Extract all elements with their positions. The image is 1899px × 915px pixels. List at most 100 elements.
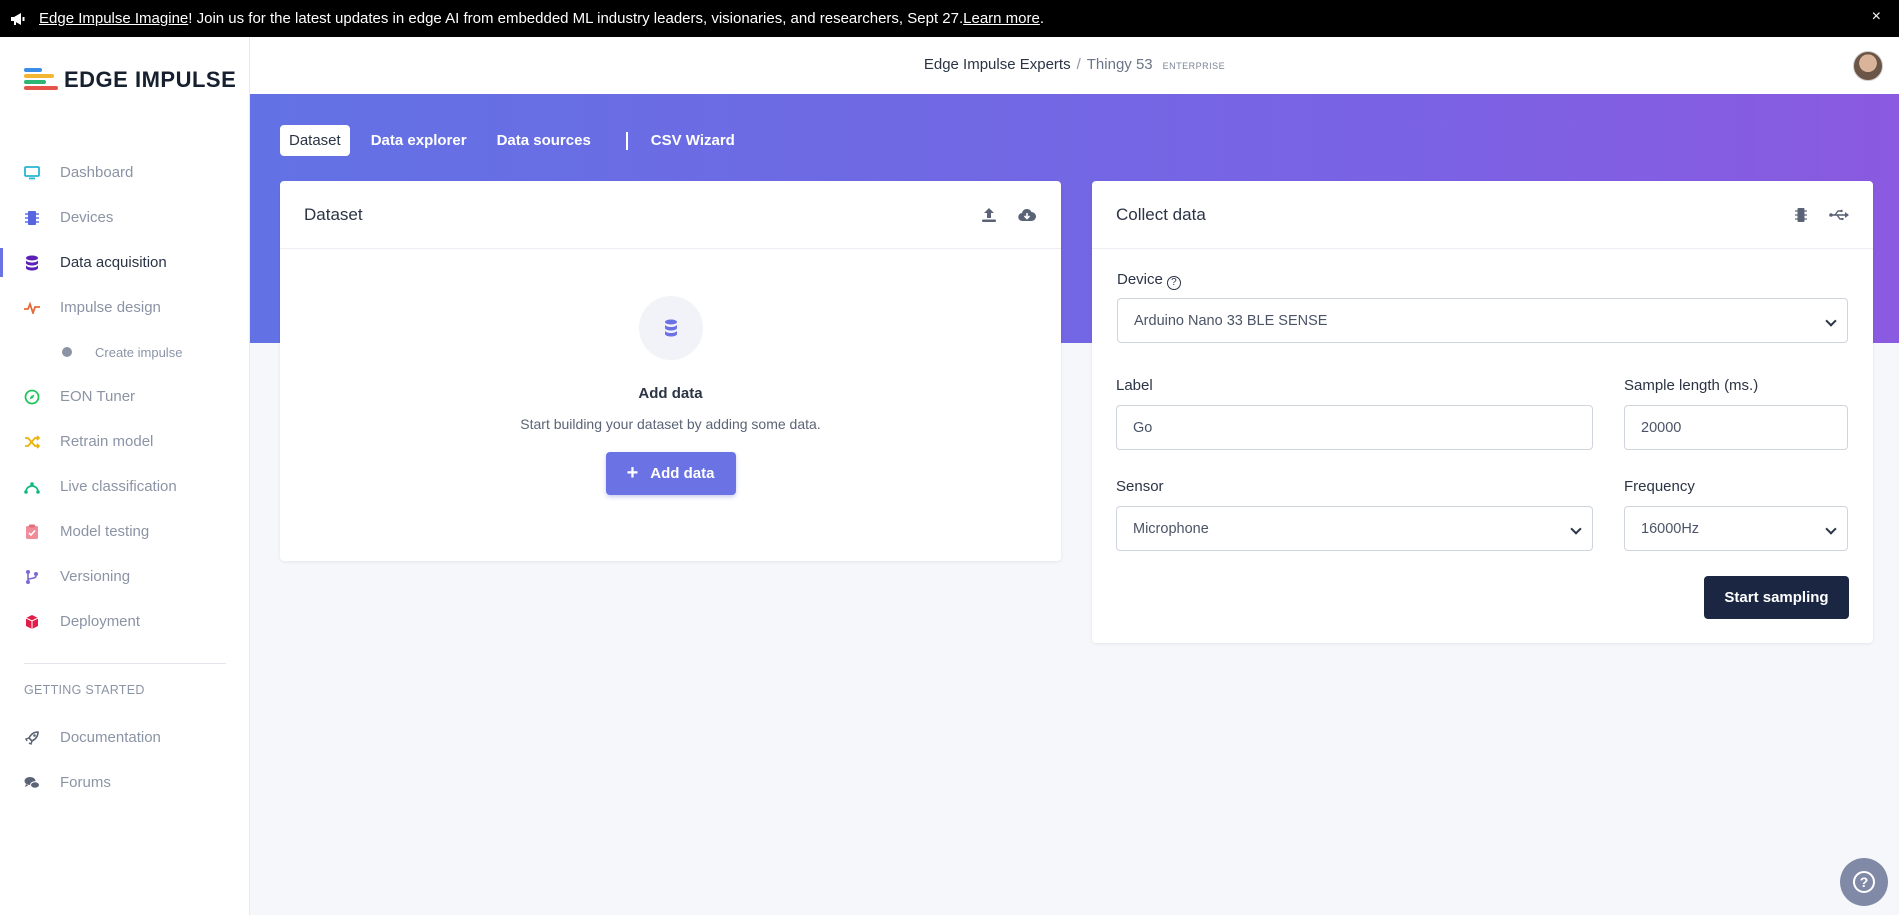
collect-card-title: Collect data [1116,204,1206,224]
collect-data-card: Collect data Device? Arduino Nano 33 BLE… [1092,181,1873,643]
breadcrumb-org[interactable]: Edge Impulse Experts [924,56,1071,73]
collect-card-header: Collect data [1092,181,1873,249]
frequency-label: Frequency [1624,478,1695,495]
device-label: Device? [1117,271,1181,290]
label-input[interactable]: Go [1116,405,1593,450]
sidebar-item-label: Deployment [60,613,141,630]
announcement-link[interactable]: Edge Impulse Imagine [39,10,188,27]
sidebar-item-versioning[interactable]: Versioning [0,554,250,599]
sidebar-item-label: Versioning [60,568,131,585]
sidebar-item-impulse-design[interactable]: Impulse design [0,285,250,330]
database-icon [24,255,40,271]
empty-state-title: Add data [638,385,703,402]
breadcrumb-separator: / [1076,56,1081,73]
frequency-select[interactable]: 16000Hz [1624,506,1848,551]
learn-more-link[interactable]: Learn more [963,10,1040,27]
shuffle-icon [24,434,40,450]
sidebar-item-label: Impulse design [60,299,161,316]
plus-icon: + [626,462,639,484]
announcement-bar: Edge Impulse Imagine ! Join us for the l… [0,0,1899,37]
tab-bar: Dataset Data explorer Data sources CSV W… [280,125,756,156]
sidebar-divider [24,663,226,664]
sidebar-item-label: Data acquisition [60,254,167,271]
tab-dataset[interactable]: Dataset [280,125,350,156]
sensor-select[interactable]: Microphone [1116,506,1593,551]
device-select[interactable]: Arduino Nano 33 BLE SENSE [1117,298,1848,343]
logo-mark-icon [24,68,58,92]
sidebar-item-devices[interactable]: Devices [0,195,250,240]
collect-actions [1773,205,1849,225]
dataset-actions [961,205,1037,225]
sidebar-item-dashboard[interactable]: Dashboard [0,150,250,195]
sidebar-item-retrain-model[interactable]: Retrain model [0,419,250,464]
empty-state-subtitle: Start building your dataset by adding so… [520,416,821,432]
question-icon: ? [1853,871,1875,893]
sidebar-item-label: Model testing [60,523,150,540]
logo[interactable]: EDGE IMPULSE [24,67,236,93]
sample-length-input[interactable]: 20000 [1624,405,1848,450]
add-data-button-label: Add data [650,465,715,482]
tab-data-sources[interactable]: Data sources [488,125,600,156]
breadcrumb: Edge Impulse Experts / Thingy 53 ENTERPRISE [250,56,1899,73]
clipboard-check-icon [24,524,40,540]
announcement-text: ! Join us for the latest updates in edge… [188,10,964,27]
sidebar-item-data-acquisition[interactable]: Data acquisition [0,240,250,285]
compass-icon [24,389,40,405]
sidebar-item-forums[interactable]: Forums [0,760,250,805]
comments-icon [24,775,40,791]
dot-icon [62,347,72,357]
dataset-card-title: Dataset [304,204,363,224]
sidebar-item-label: Forums [60,774,111,791]
close-icon[interactable]: × [1872,8,1881,26]
sample-length-label: Sample length (ms.) [1624,377,1759,394]
bezier-icon [24,479,40,495]
sidebar-item-label: Retrain model [60,433,154,450]
monitor-icon [24,165,40,181]
add-data-button[interactable]: + Add data [605,452,736,495]
top-bar: Edge Impulse Experts / Thingy 53 ENTERPRISE [250,37,1899,94]
sidebar-item-create-impulse[interactable]: Create impulse [0,330,250,374]
sidebar-item-deployment[interactable]: Deployment [0,599,250,644]
sidebar-item-label: Documentation [60,729,161,746]
sidebar-section-label: GETTING STARTED [24,683,145,697]
sidebar-item-model-testing[interactable]: Model testing [0,509,250,554]
sidebar: EDGE IMPULSE Dashboard Devices Data acqu… [0,37,250,915]
git-branch-icon [24,569,40,585]
dataset-empty-state: Add data Start building your dataset by … [280,296,1061,495]
sidebar-item-documentation[interactable]: Documentation [0,715,250,760]
sidebar-item-live-classification[interactable]: Live classification [0,464,250,509]
start-sampling-button[interactable]: Start sampling [1704,576,1849,619]
announcement-end: . [1039,10,1045,27]
chip-icon [24,210,40,226]
sidebar-item-label: Create impulse [95,344,183,360]
sidebar-item-label: EON Tuner [60,388,136,405]
sidebar-item-label: Dashboard [60,164,134,181]
tab-data-explorer[interactable]: Data explorer [362,125,476,156]
chip-icon[interactable] [1791,205,1811,225]
avatar[interactable] [1853,51,1883,81]
sidebar-item-label: Live classification [60,478,177,495]
tab-csv-wizard[interactable]: CSV Wizard [642,125,744,156]
megaphone-icon [10,12,30,26]
upload-icon[interactable] [979,205,999,225]
logo-text: EDGE IMPULSE [64,67,237,92]
help-circle-icon[interactable]: ? [1166,275,1181,290]
plan-badge: ENTERPRISE [1162,61,1226,71]
breadcrumb-project[interactable]: Thingy 53 [1087,56,1153,73]
sidebar-nav: Dashboard Devices Data acquisition Impul… [0,150,250,805]
label-field-label: Label [1116,377,1153,394]
help-button[interactable]: ? [1840,858,1888,906]
sidebar-item-eon-tuner[interactable]: EON Tuner [0,374,250,419]
pulse-icon [24,300,40,316]
dataset-card: Dataset Add data Start building your dat… [280,181,1061,561]
cube-icon [24,614,40,630]
sensor-label: Sensor [1116,478,1164,495]
tab-divider [625,131,628,150]
database-icon [638,296,703,360]
usb-icon[interactable] [1829,205,1849,225]
sidebar-item-label: Devices [60,209,114,226]
dataset-card-header: Dataset [280,181,1061,249]
device-label-text: Device [1117,271,1163,288]
cloud-download-icon[interactable] [1017,205,1037,225]
rocket-icon [24,730,40,746]
